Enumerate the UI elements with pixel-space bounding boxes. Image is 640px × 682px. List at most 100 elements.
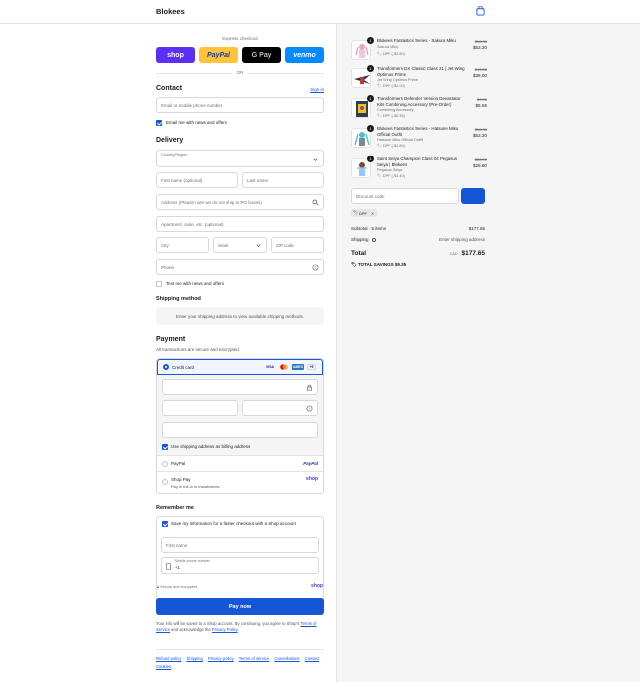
shipping-label: Shipping bbox=[351, 237, 369, 242]
help-icon[interactable]: ? bbox=[312, 264, 319, 271]
remember-heading: Remember me bbox=[156, 505, 194, 511]
billing-label: Use shipping address as billing address bbox=[171, 444, 251, 449]
mobile-phone-icon bbox=[166, 563, 171, 570]
item-variant: Jet Wing Optimus Prime bbox=[377, 78, 418, 82]
discount-code-input[interactable]: Discount code bbox=[351, 188, 459, 204]
privacy-link[interactable]: Privacy Policy bbox=[212, 627, 238, 632]
shipping-link[interactable]: Shipping bbox=[187, 656, 203, 661]
header: Blokees bbox=[0, 0, 640, 24]
city-field[interactable]: City bbox=[156, 237, 209, 253]
contact-link[interactable]: Contact bbox=[305, 656, 319, 661]
cart-item: 1 Saint Seiya Champion Class 04 Pegasus … bbox=[351, 156, 487, 178]
email-field[interactable]: Email or mobile phone number bbox=[156, 97, 324, 113]
remove-discount-icon[interactable]: ✕ bbox=[371, 211, 374, 216]
subtotal-label: Subtotal · 5 items bbox=[351, 226, 387, 231]
paypal-button[interactable]: PayPal bbox=[199, 47, 238, 63]
last-name-field[interactable]: Last name bbox=[242, 172, 324, 188]
footer-divider bbox=[156, 649, 324, 650]
security-code-field[interactable]: ? bbox=[242, 400, 318, 416]
sign-in-link[interactable]: Sign in bbox=[310, 87, 324, 92]
quantity-badge: 1 bbox=[367, 65, 374, 72]
text-news-checkbox[interactable] bbox=[156, 281, 162, 287]
lock-icon bbox=[307, 384, 312, 391]
savings-label: TOTAL SAVINGS bbox=[357, 262, 394, 267]
item-discount: 🏷︎ DPF (-$2.80) bbox=[377, 52, 405, 56]
pay-now-button[interactable]: Pay now bbox=[156, 598, 324, 615]
country-label: Country/Region bbox=[161, 153, 188, 157]
name-on-card-field[interactable] bbox=[162, 422, 318, 438]
legal-text: Your info will be saved to a Shop accoun… bbox=[156, 621, 317, 632]
shipping-method-message: Enter your shipping address to view avai… bbox=[156, 307, 324, 325]
country-select[interactable]: Country/Region bbox=[156, 150, 324, 167]
credit-card-radio[interactable] bbox=[163, 364, 169, 370]
delivery-heading: Delivery bbox=[156, 137, 184, 144]
cart-item: 1 Transformers DX Classic Class 21 | Jet… bbox=[351, 65, 487, 92]
shop-pay-button[interactable]: shop bbox=[156, 47, 195, 63]
chevron-down-icon bbox=[313, 158, 318, 161]
item-variant: Pegasus Seiya bbox=[377, 168, 403, 172]
help-icon[interactable] bbox=[371, 237, 376, 242]
cart-item: 1 Transformers Defender Version Devastat… bbox=[351, 95, 488, 122]
brand-logo[interactable]: Blokees bbox=[156, 7, 185, 16]
total-label: Total bbox=[351, 250, 367, 257]
contact-heading: Contact bbox=[156, 85, 183, 92]
cookies-link[interactable]: Cookies bbox=[156, 664, 171, 669]
apply-discount-button[interactable] bbox=[461, 188, 485, 204]
paypal-option[interactable]: PayPal PayPal bbox=[157, 455, 323, 471]
item-title: Saint Seiya Champion Class 04 Pegasus Se… bbox=[377, 156, 458, 167]
item-discount: 🏷︎ DPF (-$1.40) bbox=[377, 174, 405, 178]
item-price: $6.65 bbox=[475, 103, 488, 108]
footer-links: Refund policy Shipping Privacy policy Te… bbox=[156, 655, 324, 671]
item-discount: 🏷︎ DPF (-$0.35) bbox=[377, 114, 405, 118]
payment-heading: Payment bbox=[156, 336, 186, 343]
express-buttons: shop PayPal G Pay venmo bbox=[156, 47, 324, 63]
item-original-price: $7.00 bbox=[476, 97, 487, 102]
subtotal-row: Subtotal · 5 items $177.65 bbox=[351, 226, 485, 231]
venmo-button[interactable]: venmo bbox=[285, 47, 324, 63]
refund-policy-link[interactable]: Refund policy bbox=[156, 656, 181, 661]
save-info-label: Save my information for a faster checkou… bbox=[171, 521, 296, 526]
credit-card-label: Credit card bbox=[172, 365, 195, 370]
address-field[interactable]: Address (Please note we do not ship to P… bbox=[156, 194, 324, 210]
svg-text:?: ? bbox=[309, 407, 311, 411]
terms-of-service-link[interactable]: Terms of service bbox=[239, 656, 269, 661]
chevron-down-icon bbox=[256, 244, 261, 247]
save-info-checkbox[interactable] bbox=[162, 521, 168, 527]
shop-first-name-field[interactable]: First name bbox=[161, 537, 319, 553]
cart-item: 1 Blokees Fantastics Series - Sakura Mik… bbox=[351, 37, 487, 64]
item-original-price: $28.00 bbox=[474, 157, 487, 162]
news-checkbox[interactable] bbox=[156, 120, 162, 126]
paypal-logo: PayPal bbox=[303, 461, 318, 466]
shop-pay-option[interactable]: Shop Pay Pay in full or in installments … bbox=[157, 471, 323, 493]
item-title: Blokees Fantastics Series - Sakura Miku bbox=[377, 38, 456, 43]
apartment-field[interactable]: Apartment, suite, etc. (optional) bbox=[156, 216, 324, 232]
state-select[interactable]: State bbox=[213, 237, 267, 253]
card-number-field[interactable] bbox=[162, 379, 318, 395]
visa-icon: VISA bbox=[265, 365, 275, 369]
item-discount: 🏷︎ DPF (-$2.00) bbox=[377, 84, 405, 88]
google-pay-button[interactable]: G Pay bbox=[242, 47, 281, 63]
cart-bag-icon[interactable] bbox=[476, 6, 485, 16]
item-discount: 🏷︎ DPF (-$2.80) bbox=[377, 144, 405, 148]
help-icon[interactable]: ? bbox=[306, 405, 313, 412]
first-name-field[interactable]: First name (optional) bbox=[156, 172, 238, 188]
expiry-field[interactable] bbox=[162, 400, 238, 416]
item-original-price: $56.00 bbox=[474, 39, 487, 44]
shipping-method-heading: Shipping method bbox=[156, 296, 201, 302]
phone-field[interactable]: Phone ? bbox=[156, 259, 324, 275]
zip-field[interactable]: ZIP code bbox=[271, 237, 324, 253]
more-cards-badge: +5 bbox=[307, 364, 316, 370]
item-title: Transformers DX Classic Class 21 | Jet W… bbox=[377, 66, 465, 77]
privacy-policy-link[interactable]: Privacy policy bbox=[208, 656, 234, 661]
mobile-number-field[interactable]: Mobile phone number +1 bbox=[161, 557, 319, 574]
billing-checkbox[interactable] bbox=[162, 444, 168, 450]
shop-pay-radio[interactable] bbox=[162, 479, 168, 485]
payment-options: Credit card VISA AMEX +5 ? Use shipping … bbox=[156, 358, 324, 494]
order-summary: 1 Blokees Fantastics Series - Sakura Mik… bbox=[336, 24, 640, 682]
amex-icon: AMEX bbox=[292, 364, 304, 370]
credit-card-option[interactable]: Credit card VISA AMEX +5 bbox=[157, 359, 323, 375]
item-title: Transformers Defender Version Devastator… bbox=[377, 96, 461, 107]
shipping-row: Shipping Enter shipping address bbox=[351, 237, 485, 242]
paypal-radio[interactable] bbox=[162, 461, 168, 467]
cancellations-link[interactable]: Cancellations bbox=[274, 656, 299, 661]
